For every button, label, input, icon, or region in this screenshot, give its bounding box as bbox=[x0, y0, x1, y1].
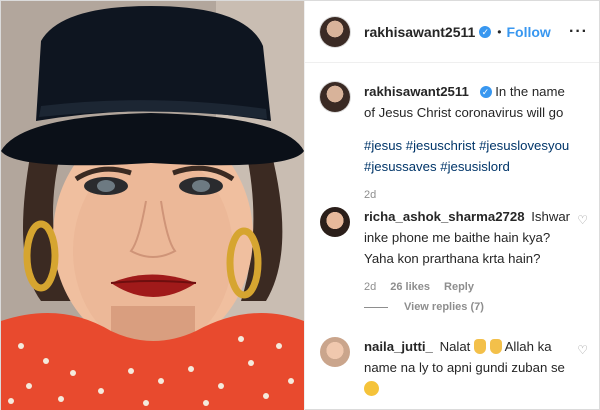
avatar[interactable] bbox=[320, 207, 350, 237]
comment-username[interactable]: naila_jutti_ bbox=[364, 339, 433, 354]
reply-button[interactable]: Reply bbox=[444, 277, 474, 298]
comment-username[interactable]: richa_ashok_sharma2728 bbox=[364, 209, 525, 224]
follow-button[interactable]: Follow bbox=[507, 24, 551, 40]
heart-icon[interactable]: ♡ bbox=[577, 343, 588, 357]
caption-timestamp[interactable]: 2d bbox=[364, 185, 376, 206]
view-replies-label[interactable]: View replies (7) bbox=[404, 301, 484, 313]
post-photo[interactable] bbox=[1, 1, 304, 410]
caption-hashtags[interactable]: #jesus #jesuschrist #jesuslovesyou #jesu… bbox=[364, 135, 579, 177]
comment-body: richa_ashok_sharma2728 Ishwar inke phone… bbox=[364, 206, 579, 298]
hand-emoji-icon bbox=[489, 339, 502, 354]
separator-dot: • bbox=[497, 24, 502, 39]
comment-item: naila_jutti_ Nalat Allah ka name na ly t… bbox=[320, 336, 592, 399]
comment-body: naila_jutti_ Nalat Allah ka name na ly t… bbox=[364, 336, 579, 399]
instagram-post: rakhisawant2511 ✓ • Follow ··· rakhisawa… bbox=[0, 0, 600, 410]
verified-badge-icon: ✓ bbox=[479, 25, 492, 38]
avatar[interactable] bbox=[320, 16, 350, 47]
caption-body: rakhisawant2511 ✓ In the name of Jesus C… bbox=[364, 81, 579, 206]
view-replies[interactable]: View replies (7) bbox=[364, 301, 484, 313]
caption-username[interactable]: rakhisawant2511 bbox=[364, 84, 469, 99]
comment-likes[interactable]: 26 likes bbox=[390, 277, 430, 298]
caption: rakhisawant2511 ✓ In the name of Jesus C… bbox=[320, 81, 592, 206]
selfie-illustration bbox=[1, 1, 304, 410]
comment-meta: 2d 26 likes Reply bbox=[364, 277, 579, 298]
avatar[interactable] bbox=[320, 82, 350, 112]
caption-meta: 2d bbox=[364, 185, 579, 206]
sad-emoji-icon bbox=[364, 381, 379, 396]
more-options-icon[interactable]: ··· bbox=[569, 23, 588, 41]
comment-text-start: Nalat bbox=[439, 339, 471, 354]
avatar[interactable] bbox=[320, 337, 350, 367]
comment-item: richa_ashok_sharma2728 Ishwar inke phone… bbox=[320, 206, 592, 298]
verified-badge-icon: ✓ bbox=[479, 86, 492, 98]
divider-line bbox=[364, 306, 388, 308]
hand-emoji-icon bbox=[474, 339, 487, 354]
heart-icon[interactable]: ♡ bbox=[577, 213, 588, 227]
post-header: rakhisawant2511 ✓ • Follow ··· bbox=[305, 1, 599, 63]
comment-timestamp[interactable]: 2d bbox=[364, 277, 376, 298]
author-username[interactable]: rakhisawant2511 bbox=[364, 24, 475, 40]
post-sidebar: rakhisawant2511 ✓ • Follow ··· rakhisawa… bbox=[304, 1, 599, 410]
